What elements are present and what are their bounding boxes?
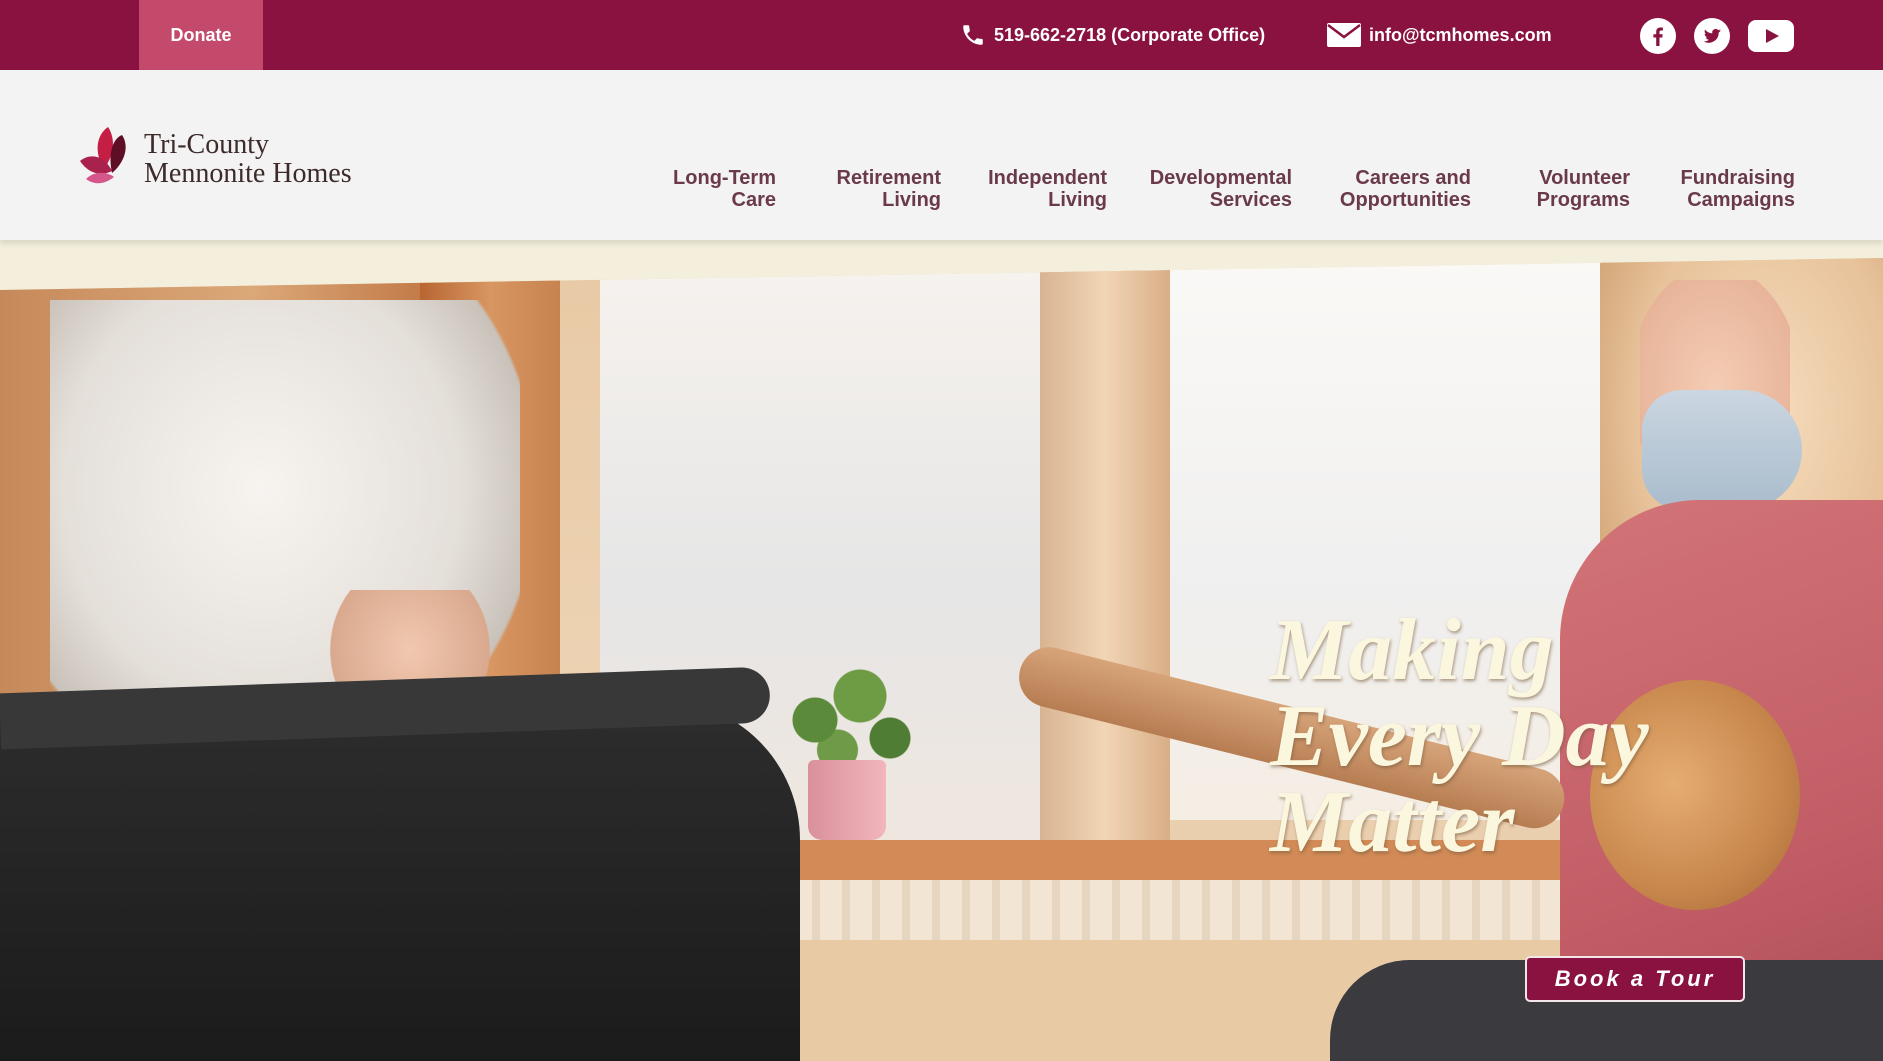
logo[interactable]: Tri-County Mennonite Homes: [78, 125, 352, 192]
nav-label: Developmental: [1149, 167, 1292, 189]
twitter-icon[interactable]: [1694, 18, 1730, 54]
nav-retirement-living[interactable]: Retirement Living: [800, 167, 941, 211]
email-link[interactable]: info@tcmhomes.com: [1327, 0, 1552, 70]
book-tour-button[interactable]: Book a Tour: [1525, 956, 1745, 1002]
nav-label: Living: [1048, 189, 1107, 211]
nav-label: Retirement: [836, 167, 941, 189]
nav-long-term-care[interactable]: Long-Term Care: [640, 167, 776, 211]
site-header: Tri-County Mennonite Homes Long-Term Car…: [0, 70, 1883, 240]
nav-label: Fundraising: [1680, 167, 1795, 189]
envelope-icon: [1327, 23, 1361, 47]
phone-number: 519-662-2718 (Corporate Office): [994, 24, 1266, 45]
leaf-logo-icon: [78, 125, 136, 192]
photo-plant-pot: [808, 760, 886, 840]
nav-label: Services: [1209, 189, 1292, 211]
logo-line-2: Mennonite Homes: [144, 157, 352, 189]
phone-icon: [960, 22, 986, 48]
photo-wheelchair: [0, 700, 800, 1061]
nav-independent-living[interactable]: Independent Living: [966, 167, 1107, 211]
nav-label: Long-Term: [673, 167, 776, 189]
nav-developmental-services[interactable]: Developmental Services: [1130, 167, 1292, 211]
nav-fundraising-campaigns[interactable]: Fundraising Campaigns: [1660, 167, 1795, 211]
hero-tagline: Making Every Day Matter: [1270, 602, 1649, 871]
tagline-line-2: Every Day: [1270, 688, 1649, 785]
donate-button[interactable]: Donate: [139, 0, 263, 70]
nav-label: Opportunities: [1339, 189, 1471, 211]
phone-link[interactable]: 519-662-2718 (Corporate Office): [960, 0, 1265, 70]
email-address: info@tcmhomes.com: [1369, 24, 1552, 45]
logo-text: Tri-County Mennonite Homes: [144, 130, 352, 188]
nav-label: Volunteer: [1539, 167, 1630, 189]
hero-banner: Making Every Day Matter Book a Tour: [0, 240, 1883, 1061]
logo-line-1: Tri-County: [144, 128, 270, 160]
nav-careers-opportunities[interactable]: Careers and Opportunities: [1320, 167, 1471, 211]
nav-label: Living: [882, 189, 941, 211]
photo-face-mask: [1642, 390, 1802, 510]
top-bar: Donate 519-662-2718 (Corporate Office) i…: [0, 0, 1883, 70]
nav-label: Programs: [1536, 189, 1630, 211]
tagline-line-1: Making: [1270, 602, 1554, 699]
nav-label: Independent: [988, 167, 1107, 189]
photo-window-mullion: [1040, 260, 1170, 880]
youtube-icon[interactable]: [1748, 18, 1794, 54]
tagline-line-3: Matter: [1270, 774, 1515, 871]
nav-label: Care: [731, 189, 776, 211]
facebook-icon[interactable]: [1640, 18, 1676, 54]
social-links: [1640, 18, 1794, 54]
nav-label: Campaigns: [1687, 189, 1795, 211]
nav-volunteer-programs[interactable]: Volunteer Programs: [1500, 167, 1630, 211]
nav-label: Careers and: [1355, 167, 1471, 189]
